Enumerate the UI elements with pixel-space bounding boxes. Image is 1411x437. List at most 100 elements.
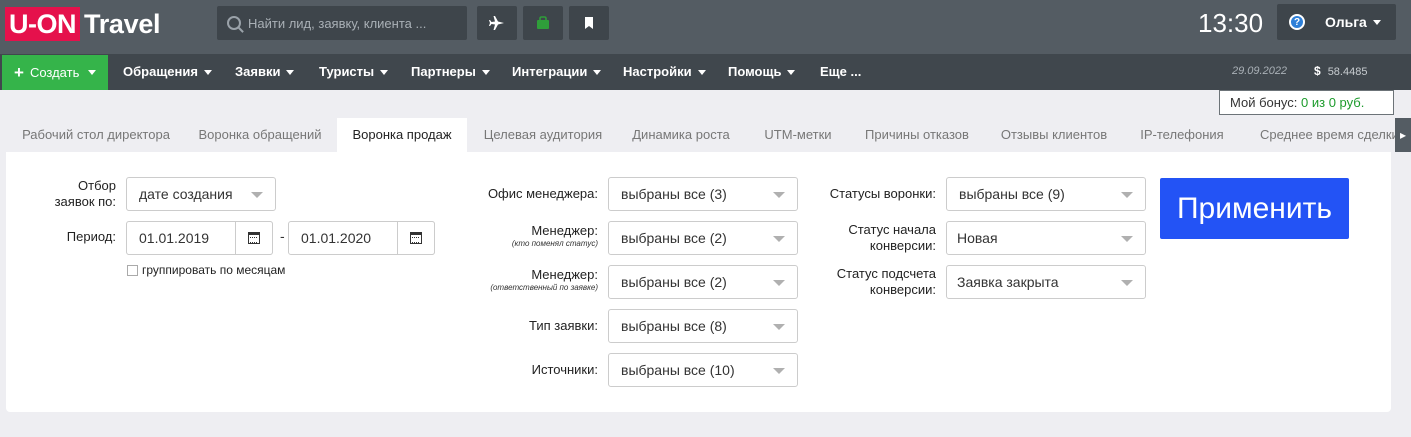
group-by-month-label[interactable]: группировать по месяцам (142, 263, 285, 277)
funnel-status-select[interactable]: выбраны все (9) (946, 177, 1146, 211)
chevron-down-icon (1121, 192, 1133, 198)
chevron-down-icon (773, 192, 785, 198)
selection-value: дате создания (139, 186, 233, 202)
chevron-down-icon (773, 324, 785, 330)
sources-label: Источники: (531, 362, 598, 377)
tab-requests-funnel[interactable]: Воронка обращений (184, 118, 336, 152)
nav-item-requests[interactable]: Обращения (123, 54, 212, 90)
tab-target-audience[interactable]: Целевая аудитория (472, 118, 614, 152)
user-menu-button[interactable]: ? Ольга (1277, 4, 1396, 40)
chevron-down-icon (88, 70, 97, 75)
conv-start-label: Статус начала конверсии: (848, 222, 936, 253)
tab-growth-dynamics[interactable]: Динамика роста (620, 118, 742, 152)
nav-label: Помощь (728, 64, 782, 79)
logo-travel: Travel (84, 8, 161, 39)
nav-item-more[interactable]: Еще ... (820, 54, 861, 90)
chevron-down-icon (251, 192, 263, 198)
bonus-box: Мой бонус: 0 из 0 руб. (1219, 90, 1394, 115)
period-label: Период: (66, 229, 116, 244)
sources-value: выбраны все (10) (621, 362, 735, 378)
bag-icon (537, 16, 549, 29)
selection-select[interactable]: дате создания (126, 177, 276, 211)
nav-label: Обращения (123, 64, 198, 79)
group-by-month-checkbox[interactable] (127, 265, 138, 276)
tab-sales-funnel[interactable]: Воронка продаж (337, 118, 467, 152)
manager-changed-label: Менеджер: (кто поменял статус) (440, 223, 598, 249)
apply-button[interactable]: Применить (1160, 178, 1349, 239)
selection-label: Отбор заявок по: (54, 178, 116, 209)
tab-rejection-reasons[interactable]: Причины отказов (852, 118, 982, 152)
clock: 13:30 (1198, 8, 1264, 38)
logo-uon: U-ON (5, 7, 80, 41)
tabs-scroll-right-button[interactable]: ▸ (1395, 118, 1411, 152)
bag-button[interactable] (523, 6, 563, 40)
manager-changed-title: Менеджер: (531, 223, 598, 238)
type-value: выбраны все (8) (621, 318, 727, 334)
nav-label: Заявки (235, 64, 281, 79)
office-select[interactable]: выбраны все (3) (608, 177, 798, 211)
manager-resp-select[interactable]: выбраны все (2) (608, 265, 798, 299)
tab-avg-deal-time[interactable]: Среднее время сделки (1248, 118, 1396, 152)
tab-director-desk[interactable]: Рабочий стол директора (10, 118, 182, 152)
manager-changed-select[interactable]: выбраны все (2) (608, 221, 798, 255)
nav-item-help[interactable]: Помощь (728, 54, 796, 90)
chevron-down-icon (1121, 236, 1133, 242)
balance[interactable]: $58.4485 (1314, 64, 1367, 78)
manager-resp-value: выбраны все (2) (621, 274, 727, 290)
chevron-down-icon (773, 280, 785, 286)
plane-button[interactable] (477, 6, 517, 40)
date-to-calendar-button[interactable] (397, 221, 435, 255)
manager-resp-title: Менеджер: (531, 267, 598, 282)
search-input[interactable] (248, 15, 458, 31)
office-value: выбраны все (3) (621, 186, 727, 202)
balance-value: 58.4485 (1327, 66, 1368, 78)
date-to-value: 01.01.2020 (301, 230, 372, 246)
chevron-down-icon (593, 70, 602, 76)
funnel-status-value: выбраны все (9) (959, 186, 1065, 202)
create-label: Создать (29, 65, 80, 80)
nav-label: Еще ... (820, 64, 862, 79)
search-icon (227, 16, 241, 30)
nav-item-integrations[interactable]: Интеграции (512, 54, 602, 90)
nav-item-tourists[interactable]: Туристы (319, 54, 389, 90)
chevron-down-icon (481, 70, 490, 76)
user-name: Ольга (1325, 14, 1367, 30)
date-to-field[interactable]: 01.01.2020 (288, 221, 435, 255)
type-select[interactable]: выбраны все (8) (608, 309, 798, 343)
tab-ip-telephony[interactable]: IP-телефония (1126, 118, 1238, 152)
nav-label: Партнеры (411, 64, 476, 79)
manager-changed-value: выбраны все (2) (621, 230, 727, 246)
plus-icon: + (14, 62, 24, 82)
manager-resp-label: Менеджер: (ответственный по заявке) (440, 267, 598, 293)
chevron-down-icon (1121, 280, 1133, 286)
nav-item-settings[interactable]: Настройки (623, 54, 706, 90)
calendar-icon (248, 232, 260, 244)
chevron-down-icon (380, 70, 389, 76)
nav-label: Интеграции (512, 64, 588, 79)
date-separator: - (280, 228, 285, 244)
bonus-label: Мой бонус: (1230, 95, 1298, 110)
conv-count-select[interactable]: Заявка закрыта (946, 265, 1146, 299)
bookmark-button[interactable] (569, 6, 609, 40)
search-box[interactable] (217, 6, 467, 40)
sources-select[interactable]: выбраны все (10) (608, 353, 798, 387)
conv-start-value: Новая (957, 230, 998, 246)
date-from-calendar-button[interactable] (235, 221, 273, 255)
chevron-down-icon (1372, 19, 1381, 25)
chevron-down-icon (787, 70, 796, 76)
main-nav: + Создать Обращения Заявки Туристы Партн… (0, 54, 1411, 90)
date-from-field[interactable]: 01.01.2019 (126, 221, 273, 255)
bookmark-icon (585, 17, 593, 29)
logo[interactable]: U-ON Travel (5, 7, 161, 41)
conv-start-select[interactable]: Новая (946, 221, 1146, 255)
tab-client-reviews[interactable]: Отзывы клиентов (988, 118, 1120, 152)
tab-utm-tags[interactable]: UTM-метки (750, 118, 846, 152)
office-label: Офис менеджера: (487, 186, 598, 201)
help-icon[interactable]: ? (1289, 14, 1305, 30)
create-button[interactable]: + Создать (2, 55, 108, 90)
top-bar: U-ON Travel 13:30 ? Ольга (0, 0, 1411, 54)
chevron-down-icon (286, 70, 295, 76)
nav-label: Туристы (319, 64, 375, 79)
nav-item-partners[interactable]: Партнеры (411, 54, 490, 90)
nav-item-orders[interactable]: Заявки (235, 54, 295, 90)
